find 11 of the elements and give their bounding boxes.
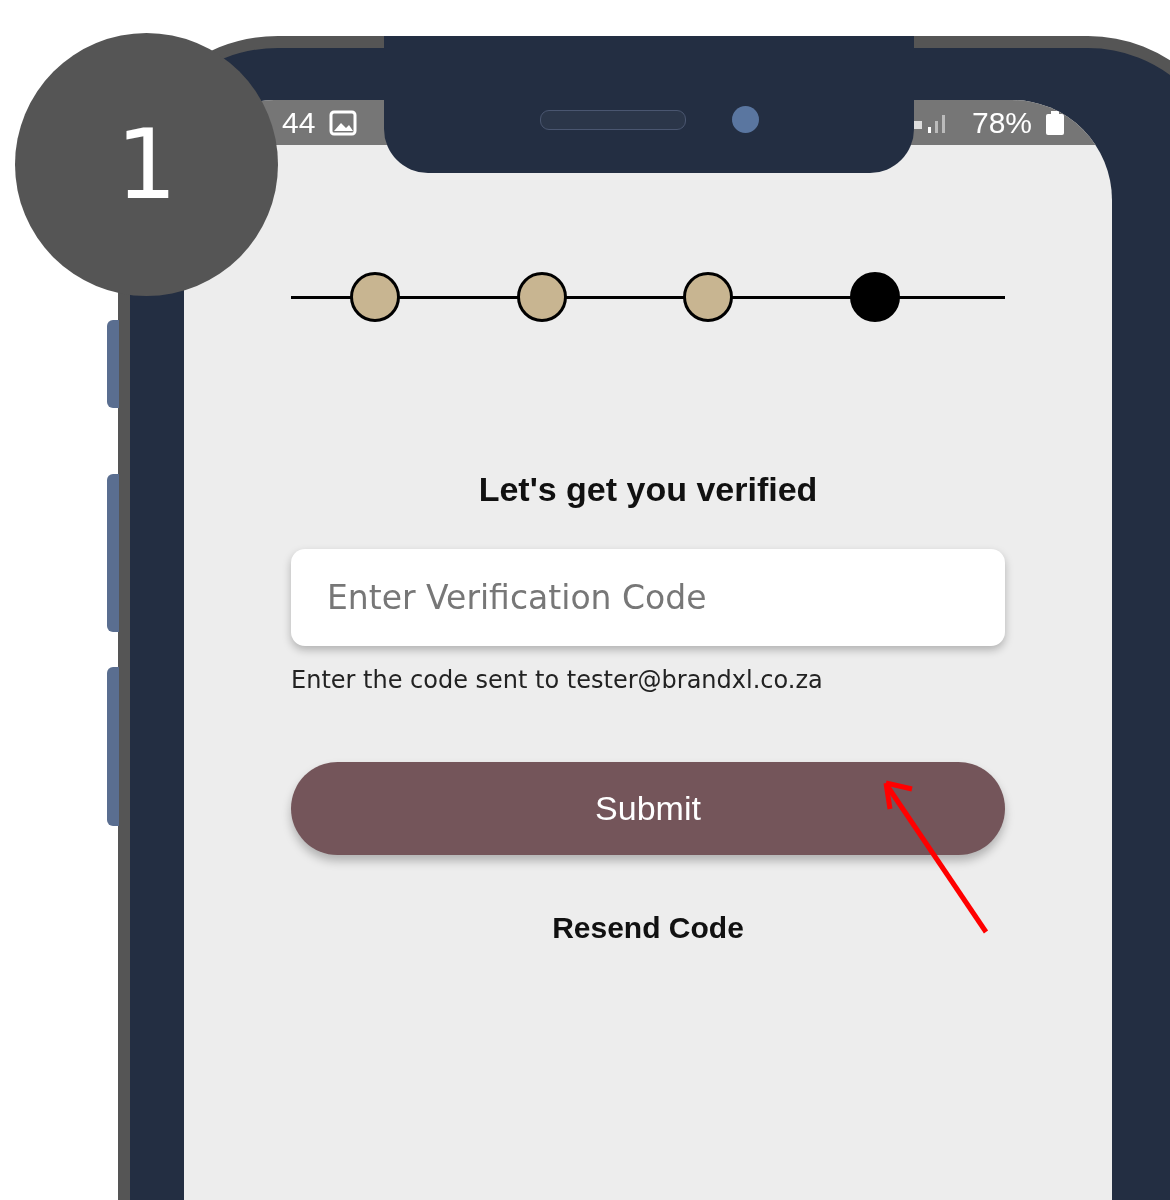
screen-title: Let's get you verified: [477, 470, 819, 509]
verification-code-field[interactable]: Enter Verification Code: [291, 549, 1005, 646]
battery-percent: 78%: [971, 105, 1032, 140]
resend-code-link[interactable]: Resend Code: [552, 911, 744, 945]
helper-text: Enter the code sent to tester@brandxl.co.za: [291, 666, 824, 694]
battery-icon: [1046, 110, 1064, 135]
status-time: 44: [282, 105, 316, 140]
image-icon: [329, 109, 358, 136]
submit-button[interactable]: Submit: [291, 762, 1005, 855]
camera-dot: [731, 106, 759, 133]
step-number-badge: 1: [15, 33, 278, 296]
